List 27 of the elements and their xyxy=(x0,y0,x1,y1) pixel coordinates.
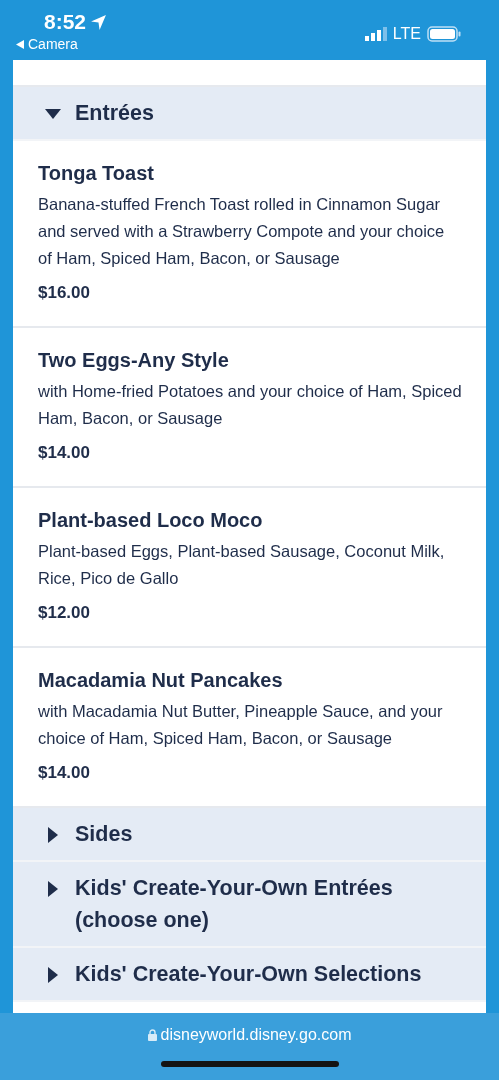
dish-price: $14.00 xyxy=(38,442,91,464)
clock-time: 8:52 xyxy=(44,10,87,34)
section-header[interactable]: Kids' Create-Your-Own Selections xyxy=(13,948,486,1002)
dish-description: Plant-based Eggs, Plant-based Sausage, Coconut Milk, Rice, Pico de Gallo xyxy=(38,541,446,589)
dish-name: Macadamia Nut Pancakes xyxy=(38,668,284,693)
dish-price: $12.00 xyxy=(38,602,91,624)
dish-description: Banana-stuffed French Toast rolled in Cinnamon Sugar and served with a Strawberry Compote and your choice of Ham, Spiced Ham, Bacon, or Sausage xyxy=(38,194,446,269)
section-header[interactable]: Sides xyxy=(13,808,486,862)
battery-icon xyxy=(427,26,461,42)
dish-name: Two Eggs-Any Style xyxy=(38,348,230,373)
dish-name: Tonga Toast xyxy=(38,161,155,186)
section-title: Kids' Create-Your-Own Selections xyxy=(75,961,422,988)
lock-icon xyxy=(147,1029,157,1041)
section-title: Kids' Create-Your-Own Entrées (choose one) xyxy=(75,875,394,934)
network-label: LTE xyxy=(392,25,421,43)
dish-description: with Home-fried Potatoes and your choice of Ham, Spiced Ham, Bacon, or Sausage xyxy=(38,381,462,429)
dish-price: $16.00 xyxy=(38,282,91,304)
section-header[interactable]: Kids' Create-Your-Own Entrées (choose one) xyxy=(13,862,486,948)
dish-description: with Macadamia Nut Butter, Pineapple Sauce, and your choice of Ham, Spiced Ham, Bacon, or Sausage xyxy=(38,701,444,749)
section-title: Entrées xyxy=(75,100,154,127)
dish-price: $14.00 xyxy=(38,762,91,784)
section-title: Sides xyxy=(75,821,133,848)
section-header[interactable]: Entrées xyxy=(13,87,486,141)
signal-icon xyxy=(364,27,387,41)
dish-name: Plant-based Loco Moco xyxy=(38,508,264,533)
location-arrow-icon xyxy=(90,13,108,31)
back-triangle-icon[interactable] xyxy=(16,39,24,49)
